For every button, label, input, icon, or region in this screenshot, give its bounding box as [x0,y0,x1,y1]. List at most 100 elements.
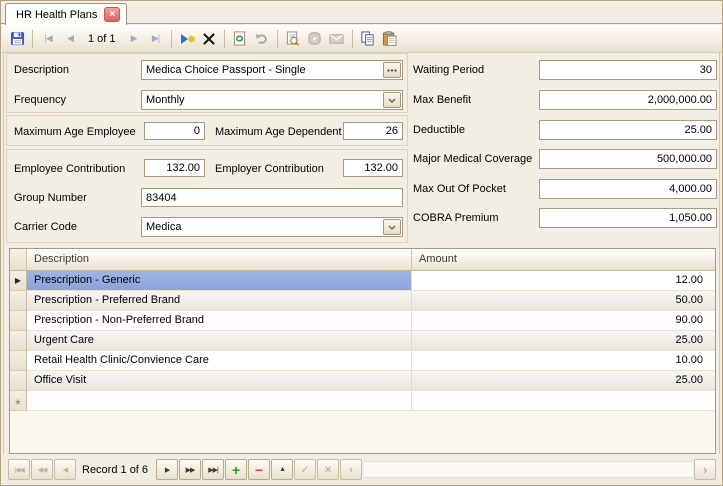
carrier-code-dropdown-button[interactable] [383,219,401,235]
grid-row[interactable]: Retail Health Clinic/Convience Care10.00 [10,351,715,371]
cell-description[interactable]: Office Visit [27,371,412,390]
grid-new-row[interactable]: * [10,391,715,411]
grid-row[interactable]: Prescription - Non-Preferred Brand90.00 [10,311,715,331]
cell-description[interactable]: Prescription - Non-Preferred Brand [27,311,412,330]
print-preview-button[interactable] [283,29,303,49]
row-selector[interactable] [10,351,27,371]
record-prev-button[interactable]: ◀ [60,29,80,49]
cell-description[interactable]: Urgent Care [27,331,412,350]
cell-description[interactable] [27,391,412,410]
scroll-right-button[interactable]: › [694,459,716,480]
cell-description[interactable]: Prescription - Generic [27,271,412,290]
grid-row[interactable]: Urgent Care25.00 [10,331,715,351]
copy-button[interactable] [358,29,378,49]
nav-prev-icon: ◀ [67,33,73,44]
cell-amount[interactable]: 12.00 [412,271,715,290]
grid-row[interactable]: ▶Prescription - Generic12.00 [10,271,715,291]
scroll-left-button[interactable]: ‹ [340,459,362,480]
nav-first-icon: |◀ [44,33,51,44]
grid-row[interactable]: Prescription - Preferred Brand50.00 [10,291,715,311]
navigator-right-buttons: ▶▶▶▶▶|+−▲✓×‹ [156,459,363,480]
move-last-button[interactable]: ▶▶| [202,459,224,480]
row-selector[interactable] [10,291,27,311]
new-row-asterisk-icon: * [15,401,20,407]
row-selector[interactable] [10,371,27,391]
delete-record-button[interactable] [199,29,219,49]
column-header-amount[interactable]: Amount [412,249,715,270]
employee-contribution-field[interactable]: 132.00 [144,159,205,177]
horizontal-scrollbar-track[interactable] [364,461,693,478]
max-age-employee-value: 0 [145,125,204,137]
carrier-code-value: Medica [142,221,383,233]
max-age-employee-field[interactable]: 0 [144,122,205,140]
group-number-value: 83404 [142,192,402,204]
description-field[interactable]: Medica Choice Passport - Single [141,60,403,80]
deductible-label: Deductible [413,124,465,136]
max-out-of-pocket-field[interactable]: 4,000.00 [539,179,717,199]
refresh-button[interactable] [230,29,250,49]
grid-header: Description Amount [10,249,715,271]
description-ellipsis-button[interactable] [383,62,401,78]
print-preview-icon [285,31,300,46]
copy-icon [360,31,375,46]
cell-amount[interactable]: 10.00 [412,351,715,370]
delete-row-button[interactable]: − [248,459,270,480]
waiting-period-field[interactable]: 30 [539,60,717,80]
undo-button[interactable] [252,29,272,49]
new-record-icon [179,31,195,47]
max-age-dependent-field[interactable]: 26 [343,122,403,140]
row-selector[interactable] [10,331,27,351]
tab-strip: HR Health Plans × [1,1,722,24]
edit-row-button[interactable]: ▲ [271,459,293,480]
cobra-premium-field[interactable]: 1,050.00 [539,208,717,228]
cell-amount[interactable]: 25.00 [412,371,715,390]
save-button[interactable] [7,29,27,49]
go-button[interactable] [305,29,325,49]
major-medical-coverage-field[interactable]: 500,000.00 [539,149,717,169]
grid-corner-cell[interactable] [10,249,27,270]
cell-description[interactable]: Prescription - Preferred Brand [27,291,412,310]
new-row-selector[interactable]: * [10,391,27,411]
cell-amount[interactable]: 90.00 [412,311,715,330]
max-benefit-value: 2,000,000.00 [540,94,716,106]
move-prev-page-button[interactable]: ◀◀ [31,459,53,480]
cell-description[interactable]: Retail Health Clinic/Convience Care [27,351,412,370]
add-row-button[interactable]: + [225,459,247,480]
nav-next-icon: ▶ [131,33,137,44]
undo-icon [254,31,269,46]
record-last-button[interactable]: ▶| [146,29,166,49]
frequency-dropdown-button[interactable] [383,92,401,108]
frequency-combo[interactable]: Monthly [141,90,403,110]
column-header-description[interactable]: Description [27,249,412,270]
move-prev-button[interactable]: ◀ [54,459,76,480]
deductible-field[interactable]: 25.00 [539,120,717,140]
paste-button[interactable] [380,29,400,49]
tab-close-icon[interactable]: × [104,7,120,22]
max-benefit-label: Max Benefit [413,94,471,106]
end-edit-button[interactable]: ✓ [294,459,316,480]
email-button[interactable] [327,29,347,49]
max-benefit-field[interactable]: 2,000,000.00 [539,90,717,110]
cell-amount[interactable]: 50.00 [412,291,715,310]
row-selector-current[interactable]: ▶ [10,271,27,291]
move-first-button[interactable]: |◀◀ [8,459,30,480]
record-next-button[interactable]: ▶ [124,29,144,49]
group-number-field[interactable]: 83404 [141,188,403,207]
new-record-button[interactable] [177,29,197,49]
hr-health-plans-window: HR Health Plans × |◀ ◀ 1 of 1 ▶ ▶| [0,0,723,486]
cell-amount[interactable] [412,391,715,410]
carrier-code-combo[interactable]: Medica [141,217,403,237]
move-next-button[interactable]: ▶ [156,459,178,480]
nav-last-icon: ▶| [152,33,159,44]
max-age-dependent-label: Maximum Age Dependent [215,126,342,138]
toolbar-separator [352,30,353,48]
grid-row[interactable]: Office Visit25.00 [10,371,715,391]
cell-amount[interactable]: 25.00 [412,331,715,350]
cancel-edit-button[interactable]: × [317,459,339,480]
description-label: Description [14,64,69,76]
move-next-page-button[interactable]: ▶▶ [179,459,201,480]
record-first-button[interactable]: |◀ [38,29,58,49]
row-selector[interactable] [10,311,27,331]
employer-contribution-field[interactable]: 132.00 [343,159,403,177]
tab-hr-health-plans[interactable]: HR Health Plans × [5,3,127,25]
